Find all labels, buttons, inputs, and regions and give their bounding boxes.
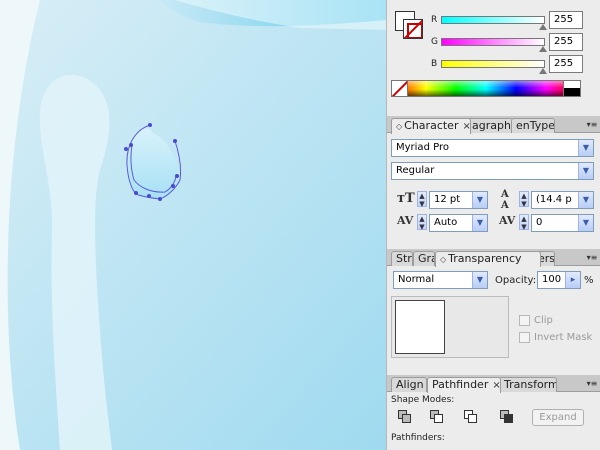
exclude-button[interactable] [499, 409, 515, 425]
object-thumbnail[interactable] [395, 300, 445, 354]
tracking-field[interactable]: 0 ▼ [531, 214, 594, 232]
font-family-dropdown[interactable]: Myriad Pro ▼ [391, 139, 594, 157]
tab-paragraph[interactable]: agraph [467, 118, 513, 133]
chevron-down-icon[interactable]: ▼ [472, 272, 487, 288]
font-size-field[interactable]: 12 pt ▼ [429, 191, 488, 209]
stroke-swatch[interactable] [403, 19, 423, 39]
opacity-label: Opacity: [495, 275, 537, 286]
black-white-swatches[interactable] [563, 80, 581, 97]
kerning-field[interactable]: Auto ▼ [429, 214, 488, 232]
unite-button[interactable] [397, 409, 413, 425]
panel-dock: R 255 G 255 B 255 ◇ Character × agraph enT… [386, 0, 600, 450]
red-slider-thumb[interactable] [539, 24, 547, 30]
close-icon[interactable]: × [492, 380, 500, 391]
invert-mask-checkbox[interactable] [519, 332, 530, 343]
red-value-field[interactable]: 255 [549, 11, 583, 29]
artwork [0, 0, 386, 450]
blue-channel-label: B [431, 59, 438, 69]
invert-mask-label: Invert Mask [534, 332, 593, 343]
blue-value-field[interactable]: 255 [549, 55, 583, 73]
expand-button[interactable]: Expand [532, 409, 584, 426]
tracking-icon: AV [499, 214, 516, 227]
font-size-spinner[interactable]: ▲ ▼ [417, 191, 427, 208]
chevron-down-icon[interactable]: ▼ [578, 215, 593, 231]
close-icon[interactable]: × [462, 121, 470, 132]
leading-icon: AA [501, 189, 509, 211]
chevron-down-icon[interactable]: ▼ [578, 192, 593, 208]
tab-stroke[interactable]: Stro [391, 251, 413, 266]
panel-menu-icon[interactable]: ▾≡ [586, 119, 598, 130]
transparency-tabbar: Stro Gra ◇Transparency ers ▾≡ [387, 249, 600, 267]
tab-arrow-icon: ◇ [396, 122, 403, 131]
leading-spinner[interactable]: ▲ ▼ [519, 191, 529, 208]
pathfinders-label: Pathfinders: [391, 433, 445, 443]
none-swatch[interactable] [391, 80, 408, 97]
shape-modes-label: Shape Modes: [391, 395, 455, 405]
tab-pathfinder[interactable]: Pathfinder × [427, 377, 501, 393]
tab-transparency[interactable]: ◇ Transparency [435, 251, 541, 267]
tracking-spinner[interactable]: ▲ ▼ [519, 214, 529, 231]
intersect-button[interactable] [463, 409, 479, 425]
kerning-spinner[interactable]: ▲ ▼ [417, 214, 427, 231]
artboard-canvas[interactable] [0, 0, 386, 450]
blend-mode-dropdown[interactable]: Normal ▼ [393, 271, 488, 289]
percent-label: % [584, 275, 594, 286]
leading-field[interactable]: (14.4 p ▼ [531, 191, 594, 209]
chevron-down-icon[interactable]: ▼ [472, 215, 487, 231]
green-value-field[interactable]: 255 [549, 33, 583, 51]
tab-transform[interactable]: Transform [499, 377, 557, 392]
pathfinder-tabbar: Align Pathfinder × Transform ▾≡ [387, 375, 600, 393]
blue-slider-thumb[interactable] [539, 68, 547, 74]
kerning-icon: AV [397, 214, 414, 227]
panel-menu-icon[interactable]: ▾≡ [586, 378, 598, 389]
color-spectrum[interactable] [391, 80, 581, 97]
red-channel-label: R [431, 15, 438, 25]
tab-align[interactable]: Align [391, 377, 427, 392]
chevron-down-icon[interactable]: ▼ [472, 192, 487, 208]
character-panel: Myriad Pro ▼ Regular ▼ тT ▲ ▼ 12 pt ▼ AA … [387, 134, 600, 238]
chevron-right-icon[interactable]: ▸ [565, 272, 580, 288]
minus-front-button[interactable] [429, 409, 445, 425]
tab-gradient[interactable]: Gra [413, 251, 435, 266]
tab-character[interactable]: ◇ Character × [391, 118, 471, 134]
font-style-dropdown[interactable]: Regular ▼ [391, 162, 594, 180]
chevron-down-icon[interactable]: ▼ [578, 140, 593, 156]
blue-slider[interactable] [441, 60, 545, 68]
tab-arrow-icon: ◇ [440, 255, 447, 264]
chevron-down-icon[interactable]: ▼ [578, 163, 593, 179]
color-panel: R 255 G 255 B 255 [387, 0, 600, 108]
panel-menu-icon[interactable]: ▾≡ [586, 252, 598, 263]
opacity-field[interactable]: 100 ▸ [537, 271, 581, 289]
character-tabbar: ◇ Character × agraph enType ▾≡ [387, 116, 600, 134]
green-slider[interactable] [441, 38, 545, 46]
clip-label: Clip [534, 315, 553, 326]
font-size-icon: тT [397, 191, 415, 206]
tab-opentype[interactable]: enType [511, 118, 555, 133]
green-channel-label: G [431, 37, 438, 47]
red-slider[interactable] [441, 16, 545, 24]
green-slider-thumb[interactable] [539, 46, 547, 52]
clip-checkbox[interactable] [519, 315, 530, 326]
